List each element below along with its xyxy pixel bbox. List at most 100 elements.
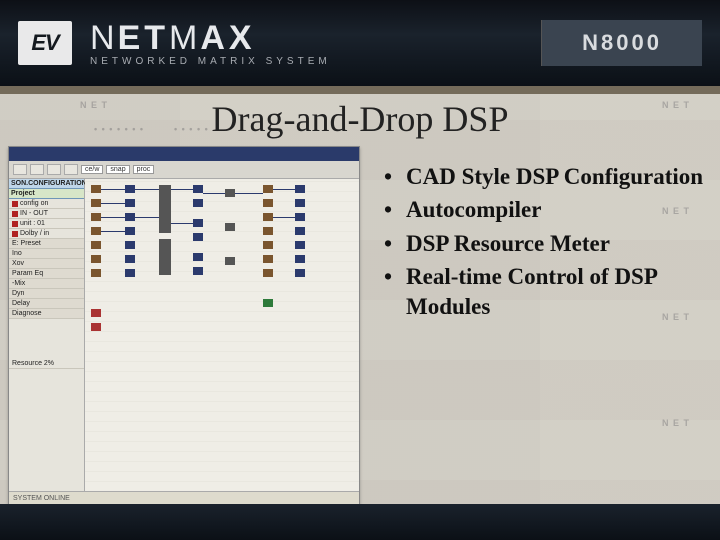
brand-subtitle: NETWORKED MATRIX SYSTEM	[90, 56, 331, 67]
footer-bar	[0, 504, 720, 540]
dsp-block[interactable]	[295, 199, 305, 207]
dsp-editor-screenshot: ce/w snap proc SON.CONFIGURATION Project…	[8, 146, 360, 506]
dsp-block[interactable]	[91, 309, 101, 317]
dsp-wire	[171, 189, 193, 190]
palette-item[interactable]: Dolby / in	[9, 229, 84, 239]
toolbar-button[interactable]	[13, 164, 27, 175]
palette-section[interactable]: Xov	[9, 259, 84, 269]
toolbar-select[interactable]: ce/w	[81, 165, 103, 174]
dsp-block[interactable]	[91, 269, 101, 277]
slide-content: N E T N E T • • • • • • • • • • • • N E …	[0, 94, 720, 540]
toolbar-button[interactable]	[30, 164, 44, 175]
feature-item: DSP Resource Meter	[382, 229, 708, 258]
dsp-block[interactable]	[91, 227, 101, 235]
dsp-block[interactable]	[263, 213, 273, 221]
model-badge: N8000	[541, 20, 702, 66]
dsp-block[interactable]	[91, 241, 101, 249]
brand-name: NETMAX	[90, 19, 331, 58]
feature-item: Real-time Control of DSP Modules	[382, 262, 708, 321]
palette-section[interactable]: E: Preset	[9, 239, 84, 249]
window-titlebar	[9, 147, 359, 161]
palette-section[interactable]: Diagnose	[9, 309, 84, 319]
dsp-block[interactable]	[295, 255, 305, 263]
dsp-block[interactable]	[295, 269, 305, 277]
dsp-block[interactable]	[295, 227, 305, 235]
dsp-block[interactable]	[91, 199, 101, 207]
dsp-block[interactable]	[193, 185, 203, 193]
dsp-block[interactable]	[225, 257, 235, 265]
palette-item[interactable]: unit : 01	[9, 219, 84, 229]
status-led-icon	[12, 231, 18, 237]
brand-header: EV NETMAX NETWORKED MATRIX SYSTEM N8000	[0, 0, 720, 86]
dsp-block[interactable]	[91, 323, 101, 331]
dsp-block[interactable]	[91, 185, 101, 193]
window-toolbar: ce/w snap proc	[9, 161, 359, 179]
dsp-block[interactable]	[263, 227, 273, 235]
dsp-wire	[203, 193, 225, 194]
toolbar-button[interactable]	[64, 164, 78, 175]
palette-subheader: Project	[9, 189, 84, 199]
dsp-wire	[101, 203, 125, 204]
feature-item: Autocompiler	[382, 195, 708, 224]
dsp-block[interactable]	[125, 269, 135, 277]
dsp-wire	[101, 189, 125, 190]
palette-item[interactable]: config on	[9, 199, 84, 209]
palette-header: SON.CONFIGURATION	[9, 179, 84, 189]
palette-item[interactable]: IN - OUT	[9, 209, 84, 219]
dsp-block[interactable]	[125, 199, 135, 207]
dsp-wire	[135, 189, 159, 190]
status-bar: SYSTEM ONLINE	[9, 491, 359, 505]
dsp-canvas[interactable]	[85, 179, 359, 491]
slide-title: Drag-and-Drop DSP	[0, 98, 720, 140]
dsp-wire	[135, 217, 159, 218]
dsp-block[interactable]	[225, 223, 235, 231]
palette-section[interactable]: Param Eq	[9, 269, 84, 279]
dsp-wire	[171, 223, 193, 224]
brand-block: NETMAX NETWORKED MATRIX SYSTEM	[90, 19, 331, 67]
module-palette: SON.CONFIGURATION Project config on IN -…	[9, 179, 85, 491]
palette-section[interactable]: -Mix	[9, 279, 84, 289]
dsp-block[interactable]	[193, 199, 203, 207]
dsp-block[interactable]	[125, 213, 135, 221]
dsp-block[interactable]	[193, 233, 203, 241]
dsp-block[interactable]	[193, 267, 203, 275]
dsp-wire	[235, 193, 263, 194]
dsp-block[interactable]	[263, 241, 273, 249]
dsp-block[interactable]	[263, 185, 273, 193]
dsp-wire	[273, 189, 295, 190]
dsp-block[interactable]	[263, 269, 273, 277]
ev-logo-text: EV	[31, 30, 58, 56]
palette-section[interactable]: Dyn	[9, 289, 84, 299]
dsp-block[interactable]	[225, 189, 235, 197]
dsp-block[interactable]	[193, 219, 203, 227]
resource-meter: Resource 2%	[9, 359, 84, 369]
feature-item: CAD Style DSP Configuration	[382, 162, 708, 191]
status-led-icon	[12, 201, 18, 207]
dsp-block[interactable]	[91, 213, 101, 221]
status-led-icon	[12, 211, 18, 217]
dsp-block[interactable]	[125, 227, 135, 235]
ev-logo: EV	[18, 21, 72, 65]
dsp-block[interactable]	[91, 255, 101, 263]
dsp-block[interactable]	[295, 241, 305, 249]
dsp-block[interactable]	[159, 185, 171, 233]
toolbar-select[interactable]: proc	[133, 165, 155, 174]
dsp-block[interactable]	[125, 185, 135, 193]
dsp-wire	[101, 231, 125, 232]
dsp-wire	[273, 217, 295, 218]
palette-section[interactable]: Ino	[9, 249, 84, 259]
dsp-block[interactable]	[125, 255, 135, 263]
dsp-block[interactable]	[125, 241, 135, 249]
palette-section[interactable]: Delay	[9, 299, 84, 309]
dsp-block[interactable]	[159, 239, 171, 275]
toolbar-button[interactable]	[47, 164, 61, 175]
dsp-block[interactable]	[263, 299, 273, 307]
dsp-block[interactable]	[295, 213, 305, 221]
dsp-wire	[101, 217, 125, 218]
dsp-block[interactable]	[193, 253, 203, 261]
dsp-block[interactable]	[263, 255, 273, 263]
dsp-block[interactable]	[263, 199, 273, 207]
dsp-block[interactable]	[295, 185, 305, 193]
toolbar-select[interactable]: snap	[106, 165, 129, 174]
status-led-icon	[12, 221, 18, 227]
